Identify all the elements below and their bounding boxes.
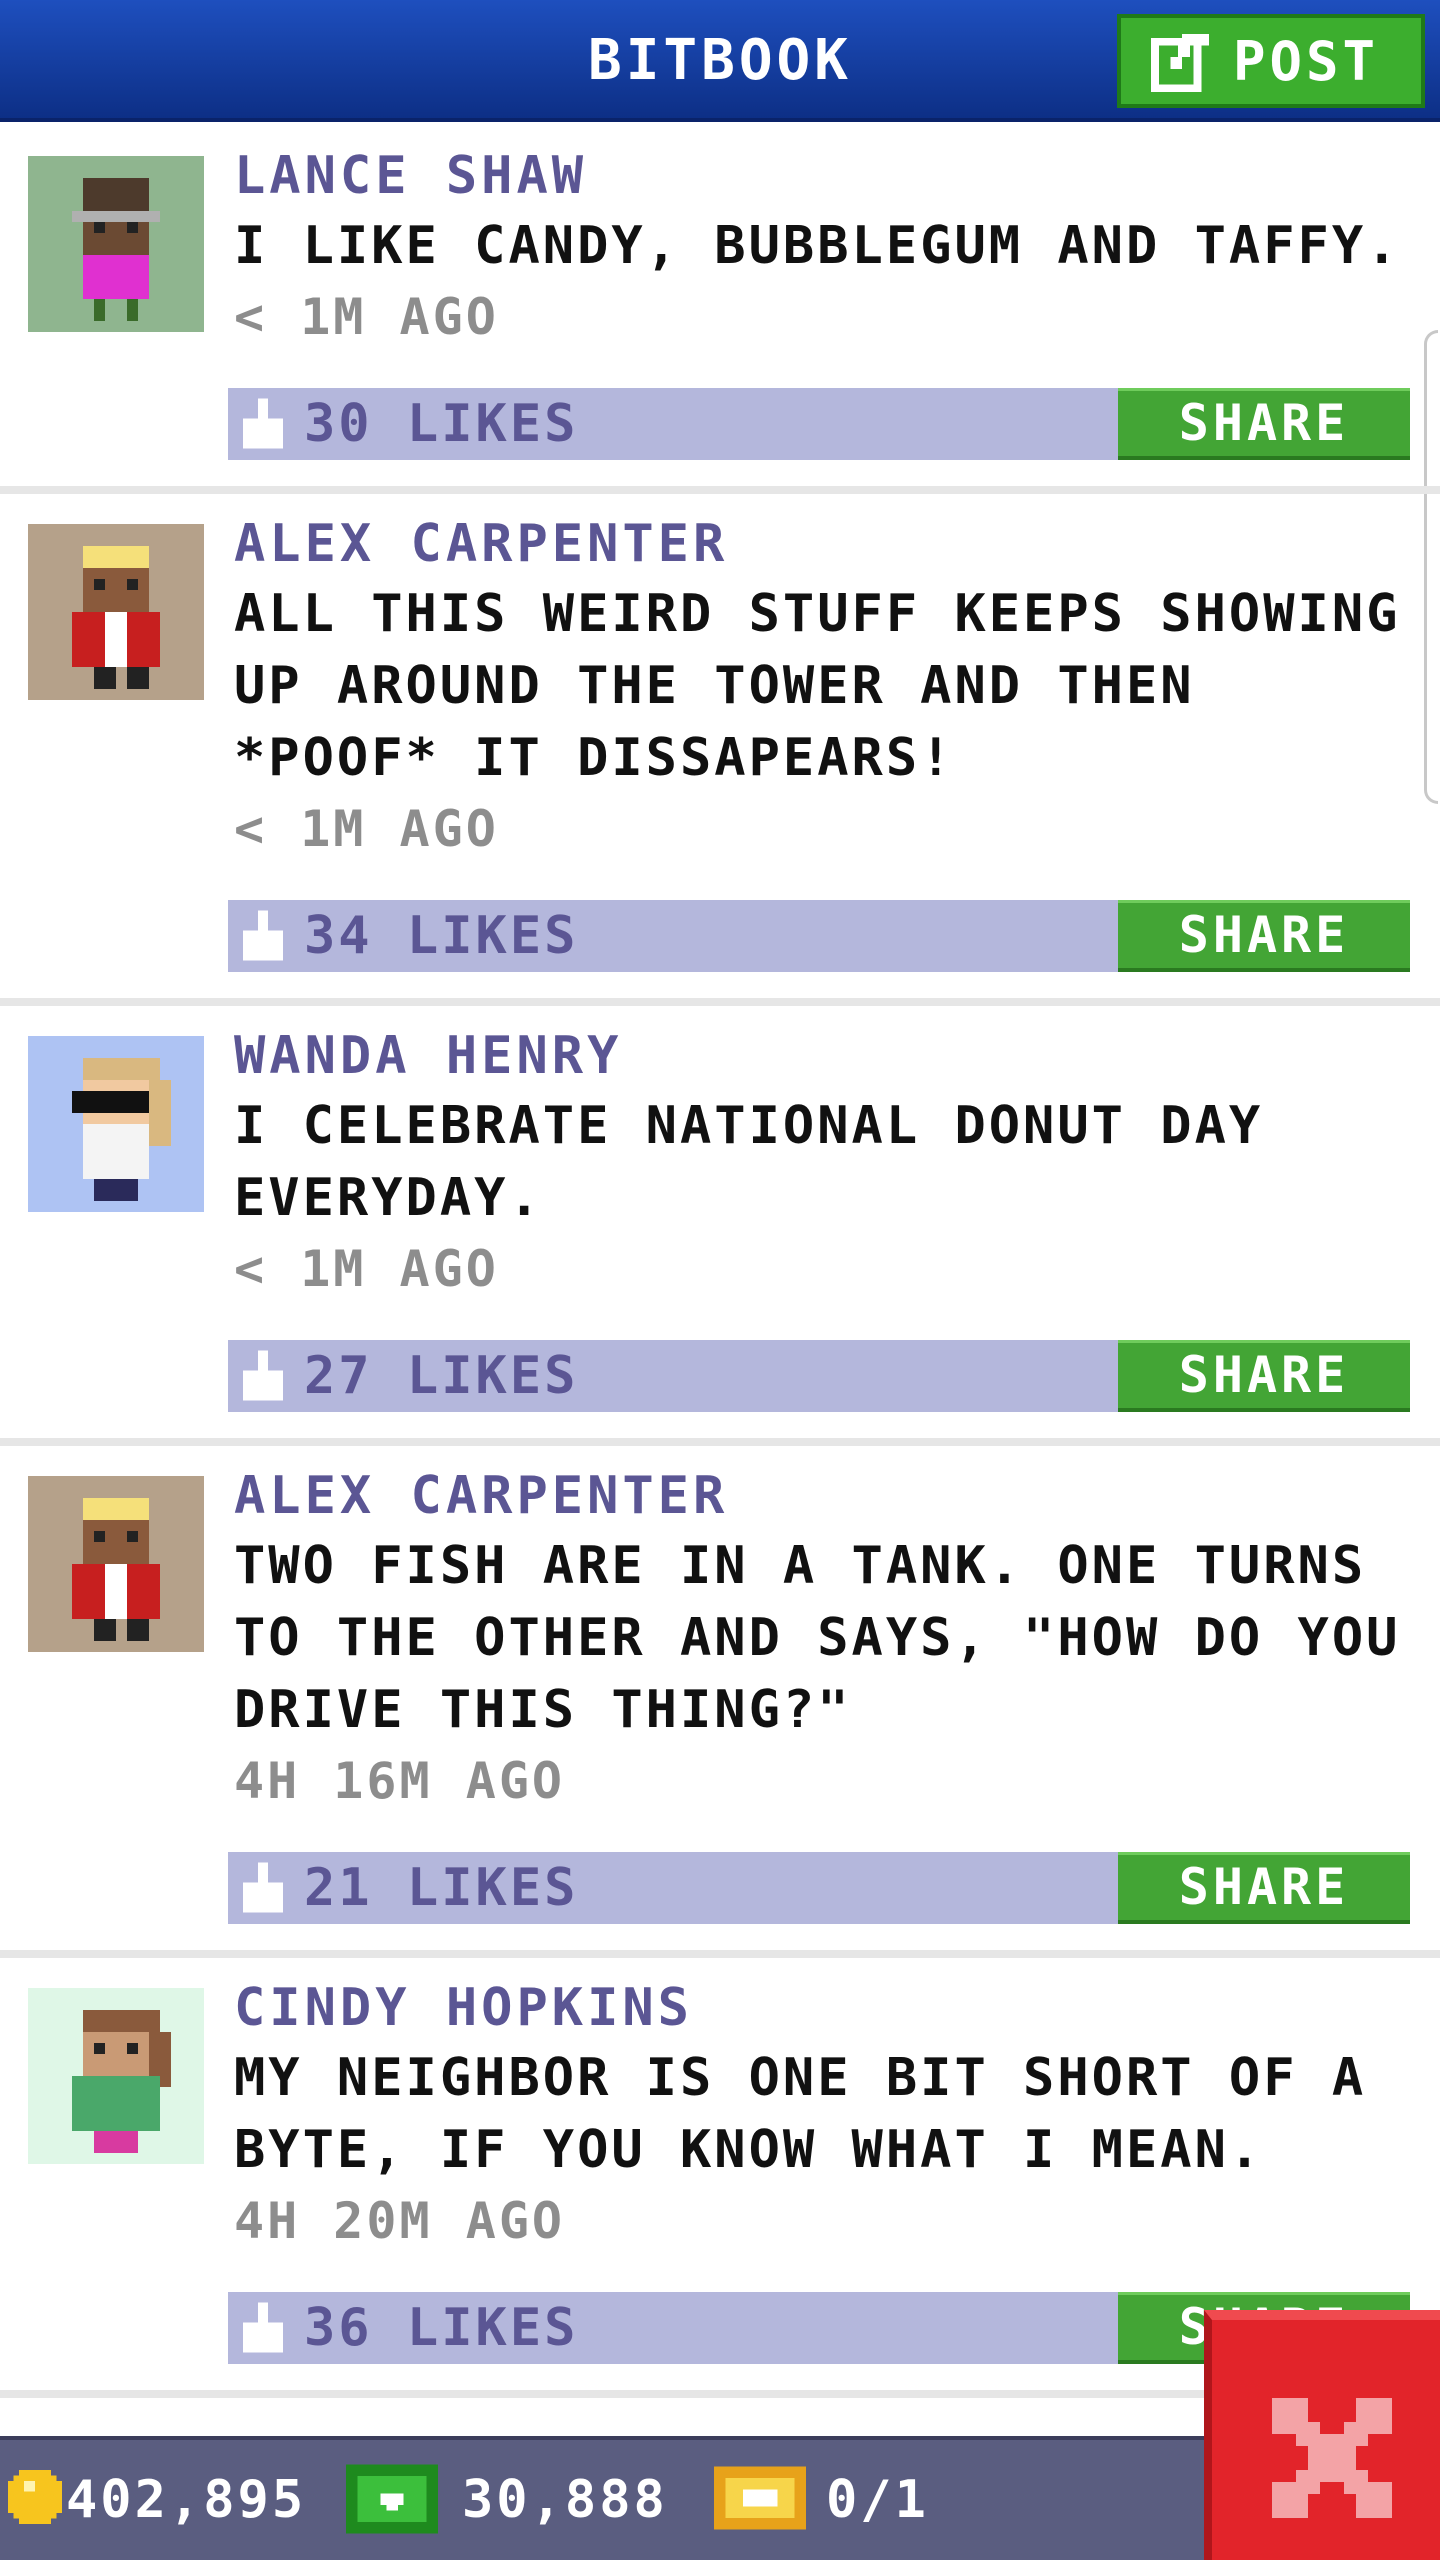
like-count: 30 LIKES <box>304 394 579 454</box>
compose-icon <box>1151 33 1210 92</box>
ticket-icon <box>714 2466 806 2530</box>
avatar <box>28 156 204 332</box>
close-icon <box>1272 2398 1392 2518</box>
feed-post: WANDA HENRY I CELEBRATE NATIONAL DONUT D… <box>0 1006 1440 1446</box>
like-bar: 27 LIKES SHARE <box>228 1340 1410 1412</box>
feed-post: ALEX CARPENTER ALL THIS WEIRD STUFF KEEP… <box>0 494 1440 1006</box>
share-button[interactable]: SHARE <box>1118 388 1410 460</box>
coin-count: 402,895 <box>66 2470 307 2530</box>
bux-icon <box>346 2464 438 2534</box>
ticket-count: 0/1 <box>826 2470 929 2530</box>
post-author[interactable]: CINDY HOPKINS <box>234 1978 693 2038</box>
feed-list: LANCE SHAW I LIKE CANDY, BUBBLEGUM AND T… <box>0 126 1440 2398</box>
post-author[interactable]: LANCE SHAW <box>234 146 587 206</box>
post-timestamp: < 1M AGO <box>234 1240 499 1298</box>
post-author[interactable]: ALEX CARPENTER <box>234 1466 728 1526</box>
thumbs-up-icon[interactable] <box>238 398 288 454</box>
like-bar: 34 LIKES SHARE <box>228 900 1410 972</box>
thumbs-up-icon[interactable] <box>238 910 288 966</box>
like-bar: 30 LIKES SHARE <box>228 388 1410 460</box>
post-author[interactable]: ALEX CARPENTER <box>234 514 728 574</box>
post-message: ALL THIS WEIRD STUFF KEEPS SHOWING UP AR… <box>234 584 1401 788</box>
post-timestamp: < 1M AGO <box>234 288 499 346</box>
thumbs-up-icon[interactable] <box>238 1350 288 1406</box>
feed-post: LANCE SHAW I LIKE CANDY, BUBBLEGUM AND T… <box>0 126 1440 494</box>
post-message: I LIKE CANDY, BUBBLEGUM AND TAFFY. <box>234 216 1401 276</box>
post-button[interactable]: POST <box>1117 14 1425 108</box>
thumbs-up-icon[interactable] <box>238 2302 288 2358</box>
post-message: MY NEIGHBOR IS ONE BIT SHORT OF A BYTE, … <box>234 2048 1367 2180</box>
bux-count: 30,888 <box>462 2470 668 2530</box>
like-count: 21 LIKES <box>304 1858 579 1918</box>
feed-post: ALEX CARPENTER TWO FISH ARE IN A TANK. O… <box>0 1446 1440 1958</box>
avatar <box>28 1988 204 2164</box>
thumbs-up-icon[interactable] <box>238 1862 288 1918</box>
like-count: 34 LIKES <box>304 906 579 966</box>
share-button[interactable]: SHARE <box>1118 1340 1410 1412</box>
like-bar: 21 LIKES SHARE <box>228 1852 1410 1924</box>
close-button[interactable] <box>1204 2310 1440 2560</box>
share-button[interactable]: SHARE <box>1118 1852 1410 1924</box>
top-bar: BITBOOK POST <box>0 0 1440 122</box>
like-count: 36 LIKES <box>304 2298 579 2358</box>
coin-icon <box>8 2470 62 2524</box>
post-label: POST <box>1233 29 1380 93</box>
avatar <box>28 524 204 700</box>
avatar <box>28 1036 204 1212</box>
post-message: TWO FISH ARE IN A TANK. ONE TURNS TO THE… <box>234 1536 1401 1740</box>
like-count: 27 LIKES <box>304 1346 579 1406</box>
post-timestamp: < 1M AGO <box>234 800 499 858</box>
share-button[interactable]: SHARE <box>1118 900 1410 972</box>
post-timestamp: 4H 16M AGO <box>234 1752 566 1810</box>
avatar <box>28 1476 204 1652</box>
post-author[interactable]: WANDA HENRY <box>234 1026 622 1086</box>
post-message: I CELEBRATE NATIONAL DONUT DAY EVERYDAY. <box>234 1096 1264 1228</box>
post-timestamp: 4H 20M AGO <box>234 2192 566 2250</box>
